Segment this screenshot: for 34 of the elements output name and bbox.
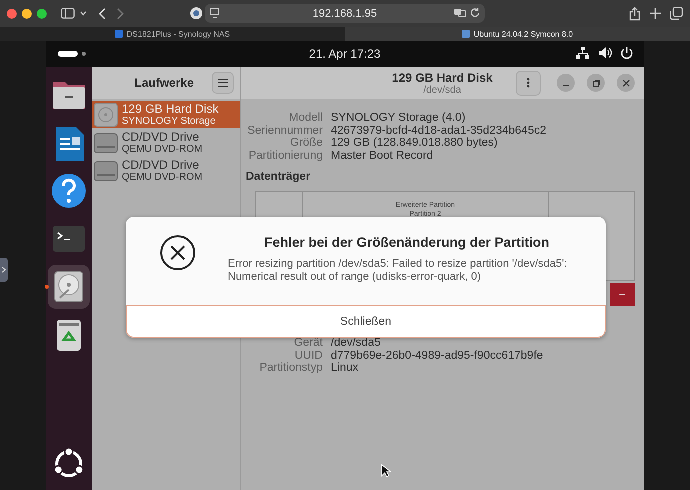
drive-item[interactable]: CD/DVD Drive QEMU DVD-ROM xyxy=(92,129,240,156)
drive-name: 129 GB Hard Disk xyxy=(122,102,219,116)
drive-detail: QEMU DVD-ROM xyxy=(122,172,203,182)
field-value: Master Boot Record xyxy=(331,150,434,162)
field-label: UUID xyxy=(294,350,323,362)
browser-tab[interactable]: Ubuntu 24.04.2 Symcon 8.0 xyxy=(345,27,690,41)
browser-tab[interactable]: DS1821Plus - Synology NAS xyxy=(0,27,345,41)
dialog-message: Error resizing partition /dev/sda5: Failed to resize partition '/dev/sda5': Numerical result out of range (udisks-error-quark, 0) xyxy=(228,258,568,284)
drive-name: CD/DVD Drive xyxy=(122,158,200,172)
drive-detail: QEMU DVD-ROM xyxy=(122,144,203,154)
field-value: /dev/sda5 xyxy=(331,337,382,350)
delete-partition-button[interactable]: − xyxy=(610,283,635,306)
sidebar-title: Laufwerke xyxy=(134,76,194,90)
field-label: Gerät xyxy=(293,337,323,350)
close-dialog-button[interactable]: Schließen xyxy=(126,305,606,338)
field-label: Größe xyxy=(289,137,323,150)
window-subtitle: /dev/sda xyxy=(424,84,462,96)
field-label: Partitionstyp xyxy=(258,362,323,374)
field-value: 42673979-bcfd-4d18-ada1-35d234b645c2 xyxy=(331,124,548,137)
window-title: 129 GB Hard Disk xyxy=(392,70,493,84)
section-heading: Datenträger xyxy=(246,171,312,183)
field-value: Linux xyxy=(331,362,360,374)
address-field[interactable]: 192.168.1.95 xyxy=(312,8,378,20)
drive-detail: SYNOLOGY Storage xyxy=(122,116,217,126)
field-label: Modell xyxy=(288,112,323,124)
field-label: Partitionierung xyxy=(248,150,323,162)
drive-name: CD/DVD Drive xyxy=(122,130,200,144)
field-value: 129 GB (128.849.018.880 bytes) xyxy=(331,137,499,150)
drive-item[interactable]: 129 GB Hard Disk SYNOLOGY Storage xyxy=(92,101,240,128)
field-label: Seriennummer xyxy=(246,124,323,137)
field-value: SYNOLOGY Storage (4.0) xyxy=(331,112,467,124)
field-value: d779b69e-26b0-4989-ad95-f90cc617b9fe xyxy=(331,350,544,362)
dialog-title: Fehler bei der Größenänderung der Partition xyxy=(263,235,551,250)
drive-item[interactable]: CD/DVD Drive QEMU DVD-ROM xyxy=(92,157,240,184)
